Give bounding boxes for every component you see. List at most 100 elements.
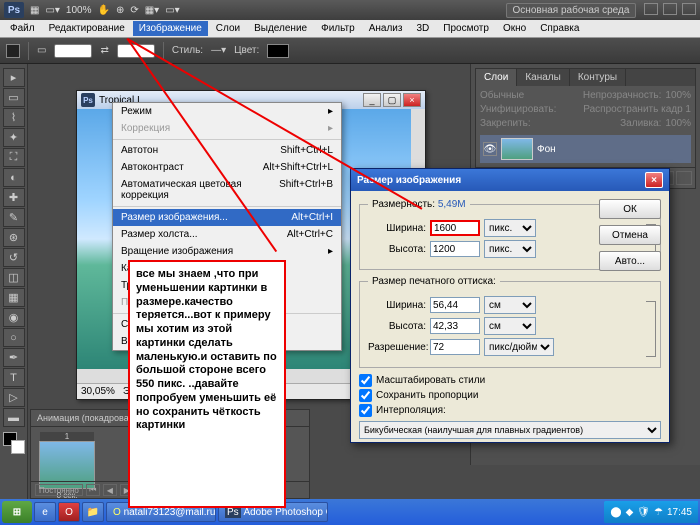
- taskbar-explorer-icon[interactable]: 📁: [82, 502, 104, 522]
- zoom-level[interactable]: 100%: [66, 5, 92, 16]
- path-tool[interactable]: ▷: [3, 388, 25, 407]
- style-icon[interactable]: —▾: [211, 45, 226, 56]
- crop-tool[interactable]: ⛶: [3, 148, 25, 167]
- tab-layers[interactable]: Слои: [476, 69, 517, 86]
- tray-icon[interactable]: 🛡: [637, 507, 650, 518]
- constrain-checkbox[interactable]: Сохранить пропорции: [359, 389, 661, 402]
- doc-zoom[interactable]: 30,05%: [81, 386, 115, 397]
- delete-icon[interactable]: [676, 171, 692, 185]
- marquee-icon[interactable]: ▭: [37, 45, 46, 56]
- opt-input[interactable]: [54, 44, 92, 58]
- menu-file[interactable]: Файл: [4, 21, 41, 36]
- rotate-icon[interactable]: ⟳: [130, 5, 138, 16]
- brush-tool[interactable]: ✎: [3, 208, 25, 227]
- tray-icon[interactable]: ◆: [626, 507, 634, 518]
- layer-row[interactable]: 👁 Фон: [480, 135, 691, 163]
- gradient-tool[interactable]: ▦: [3, 288, 25, 307]
- tab-channels[interactable]: Каналы: [517, 69, 570, 86]
- bridge-icon[interactable]: ▦: [30, 5, 39, 16]
- height-input[interactable]: [430, 241, 480, 257]
- auto-button[interactable]: Авто...: [599, 251, 661, 271]
- loop-select[interactable]: Постоянно: [35, 484, 83, 496]
- menu-edit[interactable]: Редактирование: [43, 21, 131, 36]
- grid-icon[interactable]: ▦▾: [145, 5, 159, 16]
- menu-select[interactable]: Выделение: [248, 21, 313, 36]
- scale-checkbox[interactable]: Масштабировать стили: [359, 374, 661, 387]
- menu-item[interactable]: Размер изображения...Alt+Ctrl+I: [113, 209, 341, 226]
- dialog-close-icon[interactable]: ×: [645, 172, 663, 188]
- first-frame-icon[interactable]: ⏮: [86, 484, 100, 496]
- menu-item[interactable]: АвтоконтрастAlt+Shift+Ctrl+L: [113, 159, 341, 176]
- maximize-icon[interactable]: [663, 3, 677, 15]
- history-tool[interactable]: ↺: [3, 248, 25, 267]
- interp-checkbox[interactable]: Интерполяция:: [359, 404, 661, 417]
- menu-3d[interactable]: 3D: [410, 21, 435, 36]
- pheight-unit-select[interactable]: см: [484, 317, 536, 335]
- ok-button[interactable]: ОК: [599, 199, 661, 219]
- workspace-button[interactable]: Основная рабочая среда: [506, 3, 637, 18]
- visibility-icon[interactable]: 👁: [483, 142, 497, 156]
- eyedropper-tool[interactable]: ◐: [3, 168, 25, 187]
- cancel-button[interactable]: Отмена: [599, 225, 661, 245]
- menu-filter[interactable]: Фильтр: [315, 21, 361, 36]
- prev-frame-icon[interactable]: ◀: [103, 484, 117, 496]
- tab-paths[interactable]: Контуры: [570, 69, 626, 86]
- interp-method-select[interactable]: Бикубическая (наилучшая для плавных град…: [359, 421, 661, 439]
- move-tool[interactable]: ▸: [3, 68, 25, 87]
- menu-window[interactable]: Окно: [497, 21, 532, 36]
- tool-preset-icon[interactable]: [6, 44, 20, 58]
- shape-tool[interactable]: ▬: [3, 408, 25, 427]
- taskbar-ie-icon[interactable]: e: [34, 502, 56, 522]
- menu-item[interactable]: Вращение изображения▸: [113, 243, 341, 260]
- clock[interactable]: 17:45: [667, 507, 692, 518]
- res-input[interactable]: [430, 339, 480, 355]
- wand-tool[interactable]: ✦: [3, 128, 25, 147]
- menu-layers[interactable]: Слои: [210, 21, 246, 36]
- color-swatch-tool[interactable]: [3, 432, 25, 454]
- menu-item[interactable]: Размер холста...Alt+Ctrl+C: [113, 226, 341, 243]
- width-input[interactable]: [430, 220, 480, 236]
- layer-name[interactable]: Фон: [537, 144, 556, 155]
- menu-item[interactable]: Режим▸: [113, 103, 341, 120]
- fill-value[interactable]: 100%: [665, 118, 691, 129]
- screen-icon[interactable]: ▭▾: [165, 5, 179, 16]
- menu-image[interactable]: Изображение: [133, 21, 208, 36]
- doc-close-icon[interactable]: ×: [403, 93, 421, 107]
- color-swatch[interactable]: [267, 44, 289, 58]
- lasso-tool[interactable]: ⌇: [3, 108, 25, 127]
- opacity-value[interactable]: 100%: [665, 90, 691, 101]
- doc-minimize-icon[interactable]: _: [363, 93, 381, 107]
- link-icon-2[interactable]: [646, 301, 656, 357]
- blend-mode[interactable]: Обычные: [480, 90, 524, 101]
- minimize-icon[interactable]: [644, 3, 658, 15]
- type-tool[interactable]: T: [3, 368, 25, 387]
- dialog-titlebar[interactable]: Размер изображения ×: [351, 169, 669, 191]
- doc-maximize-icon[interactable]: ▢: [383, 93, 401, 107]
- menu-help[interactable]: Справка: [534, 21, 585, 36]
- stamp-tool[interactable]: ⊛: [3, 228, 25, 247]
- pwidth-input[interactable]: [430, 297, 480, 313]
- tray-icon[interactable]: ⬤: [610, 507, 621, 518]
- close-icon[interactable]: [682, 3, 696, 15]
- hand-icon[interactable]: ✋: [98, 5, 110, 16]
- height-unit-select[interactable]: пикс.: [484, 240, 536, 258]
- eraser-tool[interactable]: ◫: [3, 268, 25, 287]
- pwidth-unit-select[interactable]: см: [484, 296, 536, 314]
- pheight-input[interactable]: [430, 318, 480, 334]
- system-tray[interactable]: ⬤ ◆ 🛡 ☂ 17:45: [604, 501, 698, 523]
- dodge-tool[interactable]: ○: [3, 328, 25, 347]
- blur-tool[interactable]: ◉: [3, 308, 25, 327]
- menu-analysis[interactable]: Анализ: [363, 21, 409, 36]
- taskbar-opera-icon[interactable]: O: [58, 502, 80, 522]
- menu-view[interactable]: Просмотр: [437, 21, 495, 36]
- heal-tool[interactable]: ✚: [3, 188, 25, 207]
- marquee-tool[interactable]: ▭: [3, 88, 25, 107]
- pen-tool[interactable]: ✒: [3, 348, 25, 367]
- layout-icon[interactable]: ▭▾: [45, 5, 59, 16]
- propagate-label[interactable]: Распространить кадр 1: [583, 104, 691, 115]
- zoom-icon[interactable]: ⊕: [116, 5, 124, 16]
- menu-item[interactable]: АвтотонShift+Ctrl+L: [113, 142, 341, 159]
- res-unit-select[interactable]: пикс/дюйм: [484, 338, 554, 356]
- start-button[interactable]: ⊞: [2, 501, 32, 523]
- width-unit-select[interactable]: пикс.: [484, 219, 536, 237]
